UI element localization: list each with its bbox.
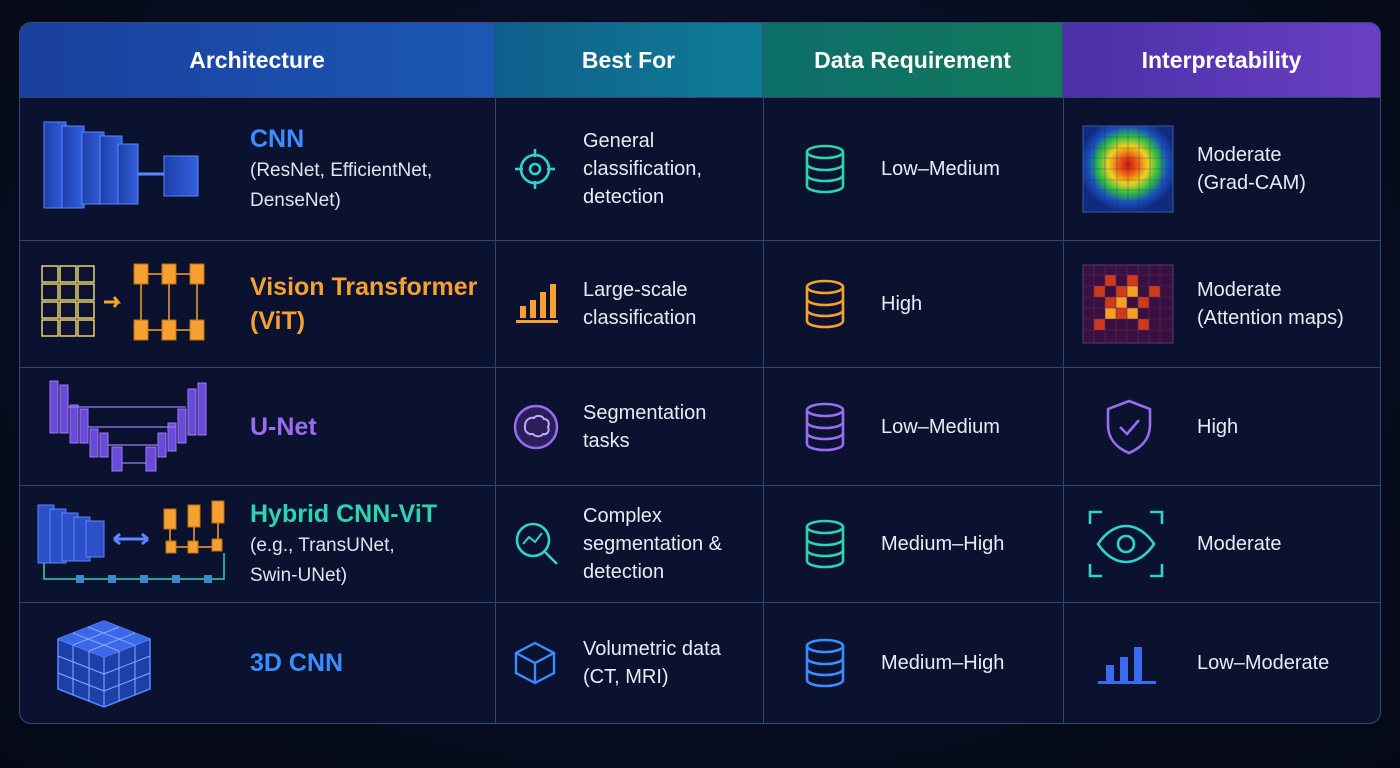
architecture-examples: (e.g., TransUNet, — [250, 535, 395, 556]
architecture-name: 3D CNN — [250, 649, 344, 677]
best-for-text: detection — [583, 561, 665, 583]
best-for-text: Large-scale — [583, 279, 688, 301]
database-icon — [805, 603, 855, 723]
interpretability-value: (Attention maps) — [1197, 307, 1344, 329]
header-data-requirement: Data Requirement — [763, 23, 1063, 97]
attention-map-icon — [1082, 241, 1175, 367]
database-icon — [805, 98, 855, 240]
interpretability-value: Moderate — [1197, 144, 1282, 166]
data-requirement-value: Medium–High — [881, 533, 1005, 555]
architecture-examples: DenseNet) — [250, 190, 341, 211]
architecture-name: Hybrid CNN-ViT — [250, 500, 438, 528]
best-for-text: General classification, — [583, 130, 702, 180]
bar-chart-icon — [1098, 603, 1158, 723]
database-icon — [805, 241, 855, 367]
best-for-text: tasks — [583, 429, 630, 452]
gradcam-heatmap-icon — [1082, 98, 1175, 240]
architecture-comparison-table: Architecture Best For Data Requirement I… — [19, 22, 1381, 724]
architecture-name: U-Net — [250, 412, 317, 441]
best-for-text: Volumetric data — [583, 638, 721, 660]
architecture-examples: (ResNet, EfficientNet, — [250, 160, 433, 181]
magnifier-graph-icon — [513, 486, 563, 602]
data-requirement-value: High — [881, 293, 923, 315]
database-icon — [805, 486, 855, 602]
interpretability-value: High — [1197, 415, 1239, 438]
interpretability-value: Moderate — [1197, 279, 1282, 301]
best-for-text: Segmentation — [583, 401, 707, 424]
database-icon — [805, 368, 855, 485]
table-row-cnn: CNN (ResNet, EfficientNet, DenseNet) Gen… — [20, 97, 1380, 240]
best-for-text: detection — [583, 186, 665, 208]
header-architecture: Architecture — [20, 23, 495, 97]
interpretability-value: Moderate — [1197, 533, 1282, 555]
architecture-name: CNN — [250, 125, 305, 153]
segmentation-blob-icon — [513, 368, 563, 485]
target-icon — [513, 98, 563, 240]
cnn-architecture-icon — [40, 98, 210, 240]
architecture-name-abbr: (ViT) — [250, 307, 306, 335]
header-best-for: Best For — [495, 23, 763, 97]
data-requirement-value: Low–Medium — [881, 415, 1000, 438]
interpretability-value: (Grad-CAM) — [1197, 172, 1306, 194]
data-requirement-value: Medium–High — [881, 652, 1005, 674]
best-for-text: (CT, MRI) — [583, 666, 669, 688]
cube-icon — [513, 603, 563, 723]
best-for-text: classification — [583, 307, 697, 329]
vit-architecture-icon — [40, 241, 215, 367]
best-for-text: segmentation & — [583, 533, 722, 555]
shield-check-icon — [1103, 368, 1163, 485]
interpretability-value: Low–Moderate — [1197, 652, 1330, 674]
hybrid-architecture-icon — [36, 486, 246, 602]
best-for-text: Complex — [583, 505, 662, 527]
3d-cube-grid-icon — [54, 603, 174, 723]
table-row-vit: Vision Transformer (ViT) Large-scale cla… — [20, 240, 1380, 367]
table-row-hybrid: Hybrid CNN-ViT (e.g., TransUNet, Swin-UN… — [20, 485, 1380, 602]
data-requirement-value: Low–Medium — [881, 158, 1000, 180]
architecture-examples: Swin-UNet) — [250, 565, 348, 586]
header-interpretability: Interpretability — [1063, 23, 1380, 97]
unet-architecture-icon — [46, 368, 216, 485]
table-row-3dcnn: 3D CNN Volumetric data (CT, MRI) Medium–… — [20, 602, 1380, 723]
table-row-unet: U-Net Segmentation tasks Low–Medium High — [20, 367, 1380, 485]
architecture-name: Vision Transformer — [250, 273, 478, 301]
bar-chart-icon — [516, 241, 566, 367]
eye-focus-icon — [1088, 486, 1168, 602]
